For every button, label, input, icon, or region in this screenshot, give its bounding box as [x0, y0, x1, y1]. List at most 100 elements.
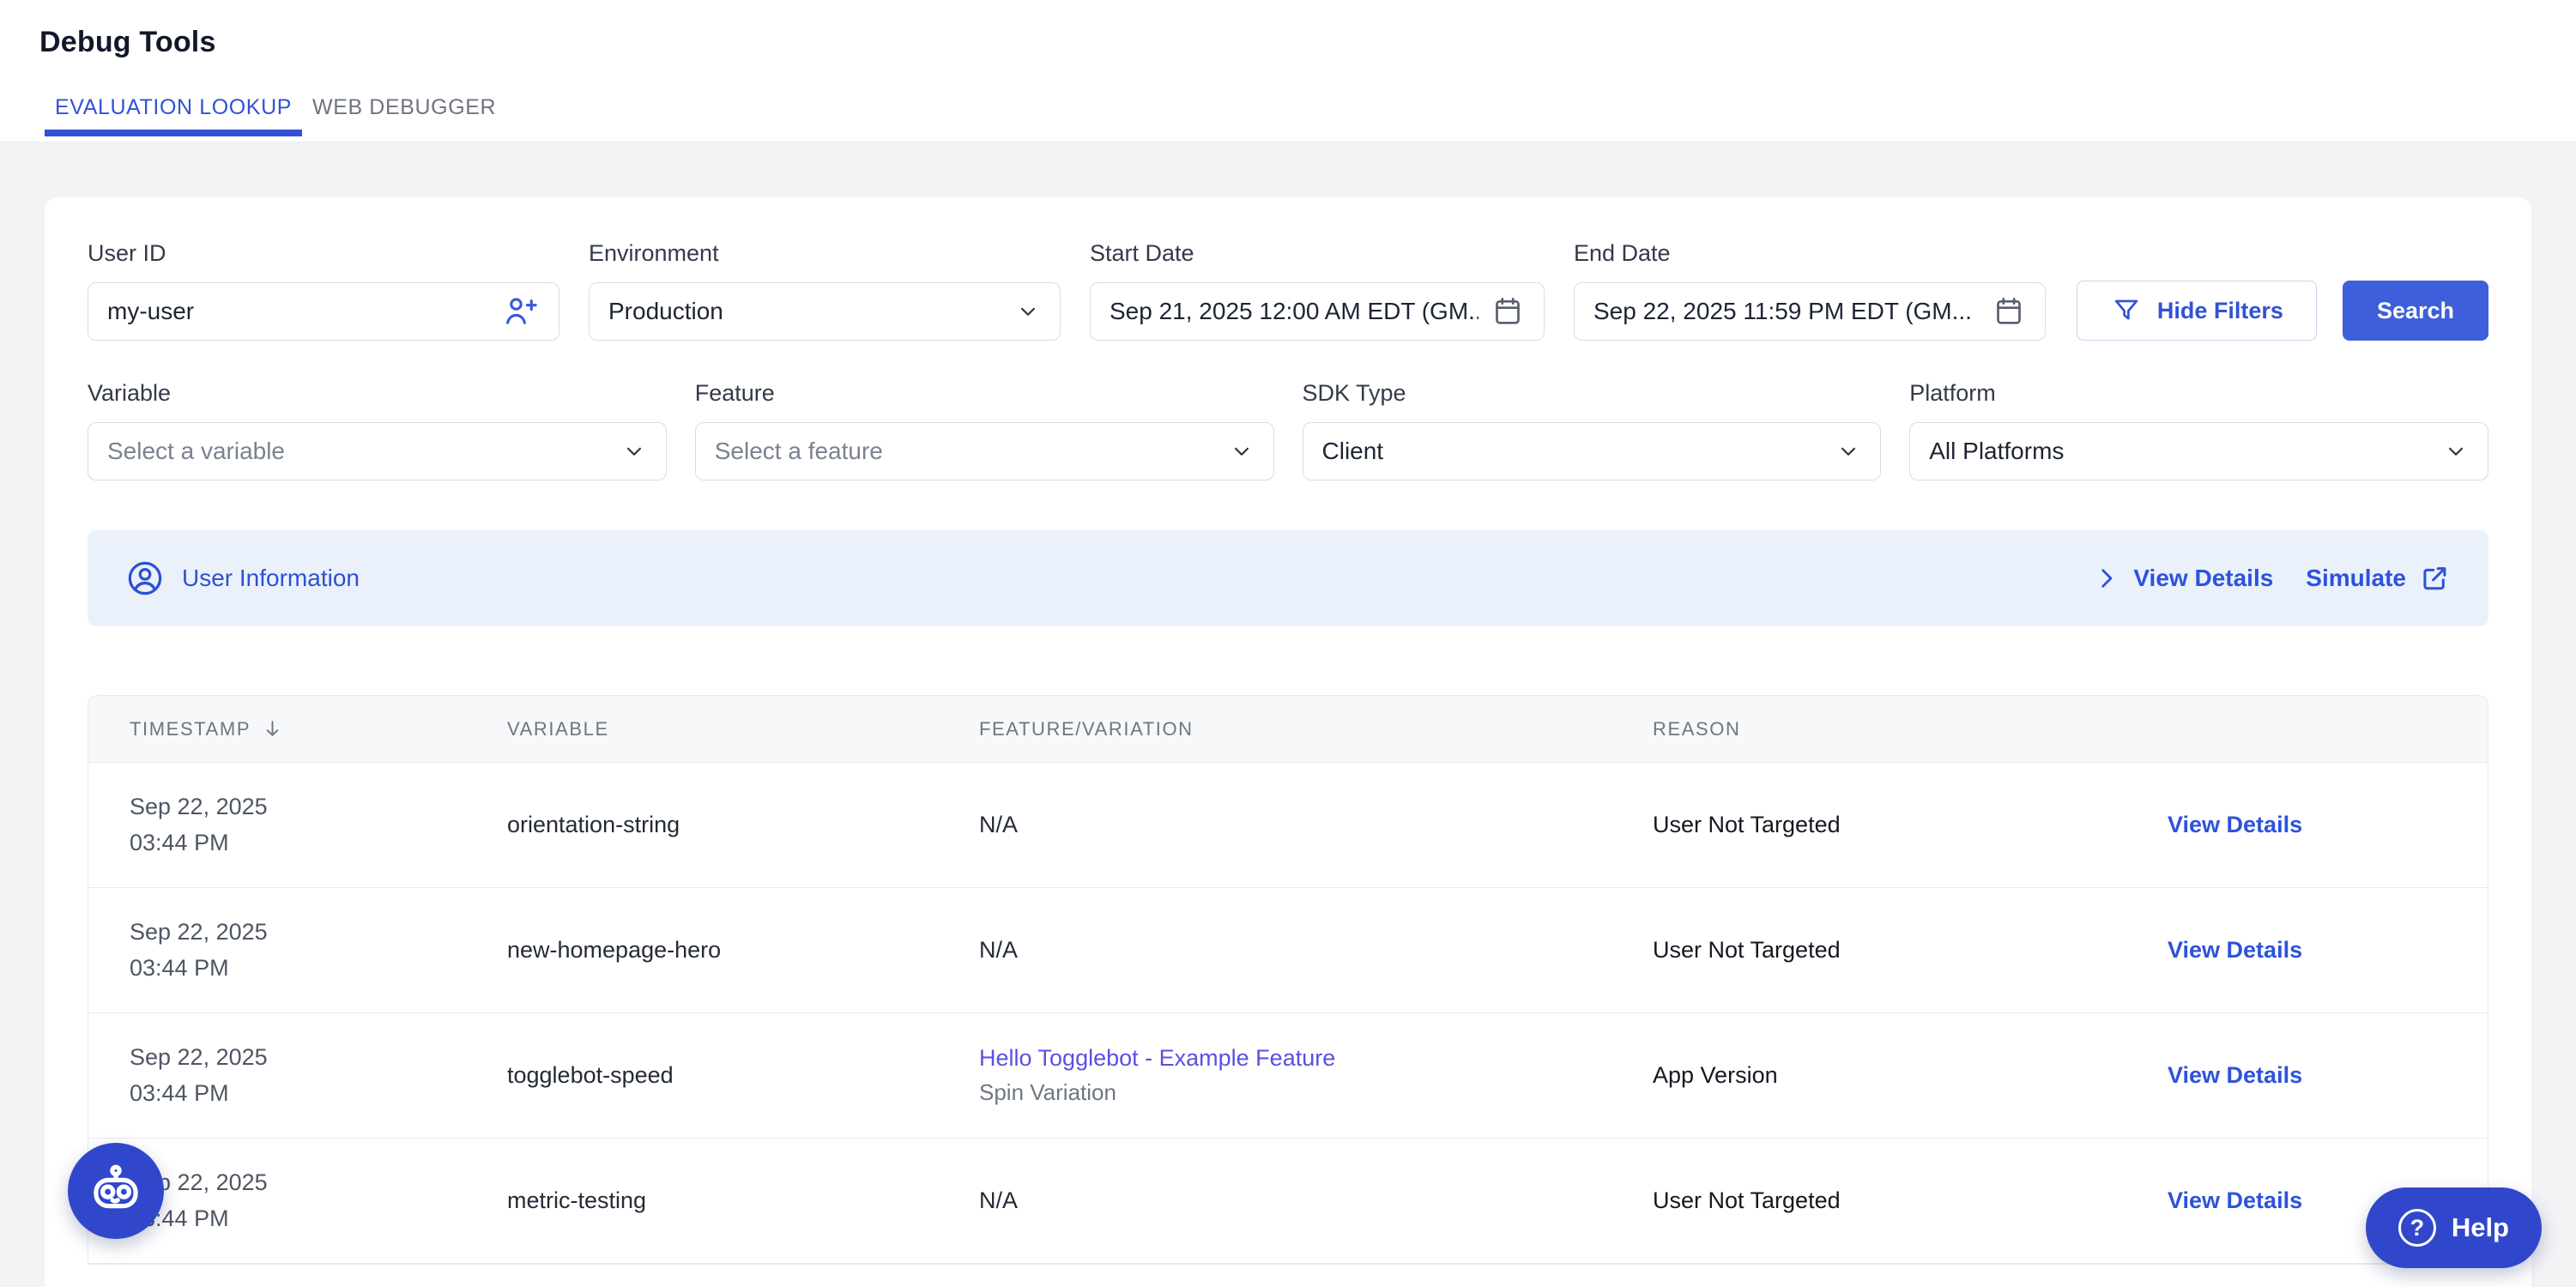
- variable-cell: orientation-string: [507, 812, 979, 838]
- evaluations-table: TIMESTAMP VARIABLE FEATURE/VARIATION REA…: [88, 695, 2488, 1265]
- table-header-row: TIMESTAMP VARIABLE FEATURE/VARIATION REA…: [88, 696, 2488, 763]
- column-label: TIMESTAMP: [130, 718, 251, 740]
- table-row: Sep 22, 2025 03:44 PM new-homepage-hero …: [88, 888, 2488, 1013]
- external-link-icon: [2418, 562, 2451, 595]
- row-view-details-link[interactable]: View Details: [2168, 1062, 2488, 1089]
- feature-placeholder: Select a feature: [715, 438, 883, 465]
- tab-label: EVALUATION LOOKUP: [55, 95, 292, 119]
- column-header-variable[interactable]: VARIABLE: [507, 718, 979, 740]
- environment-select[interactable]: Production: [589, 282, 1061, 341]
- table-row: Sep 22, 2025 03:44 PM orientation-string…: [88, 763, 2488, 888]
- main-content: User ID Environment Production: [0, 142, 2576, 1287]
- sdk-type-group: SDK Type Client: [1303, 380, 1882, 480]
- tab-evaluation-lookup[interactable]: EVALUATION LOOKUP: [45, 95, 302, 136]
- chevron-down-icon: [1229, 438, 1255, 464]
- timestamp-date: Sep 22, 2025: [130, 1165, 507, 1201]
- calendar-icon[interactable]: [1491, 294, 1525, 329]
- timestamp-time: 03:44 PM: [130, 951, 507, 987]
- hide-filters-button[interactable]: Hide Filters: [2077, 281, 2317, 341]
- column-label: VARIABLE: [507, 718, 609, 740]
- user-id-field: [88, 282, 559, 341]
- variable-cell: new-homepage-hero: [507, 937, 979, 964]
- feature-group: Feature Select a feature: [695, 380, 1274, 480]
- start-date-field[interactable]: Sep 21, 2025 12:00 AM EDT (GM...: [1090, 282, 1545, 341]
- timestamp-cell: Sep 22, 2025 03:44 PM: [130, 789, 507, 861]
- chevron-down-icon: [621, 438, 647, 464]
- sdk-type-select[interactable]: Client: [1303, 422, 1882, 480]
- column-header-feature-variation[interactable]: FEATURE/VARIATION: [979, 718, 1653, 740]
- help-button[interactable]: ? Help: [2366, 1187, 2542, 1268]
- table-row: Sep 22, 2025 03:44 PM togglebot-speed He…: [88, 1013, 2488, 1139]
- simulate-link[interactable]: Simulate: [2306, 562, 2451, 595]
- variable-group: Variable Select a variable: [88, 380, 667, 480]
- user-information-toggle[interactable]: User Information: [125, 559, 360, 598]
- calendar-icon[interactable]: [1992, 294, 2026, 329]
- end-date-label: End Date: [1574, 240, 2046, 267]
- end-date-field[interactable]: Sep 22, 2025 11:59 PM EDT (GM...: [1574, 282, 2046, 341]
- tab-bar: EVALUATION LOOKUP WEB DEBUGGER: [45, 95, 2576, 136]
- user-id-label: User ID: [88, 240, 559, 267]
- feature-select[interactable]: Select a feature: [695, 422, 1274, 480]
- feature-label: Feature: [695, 380, 1274, 407]
- start-date-group: Start Date Sep 21, 2025 12:00 AM EDT (GM…: [1090, 240, 1545, 341]
- start-date-value: Sep 21, 2025 12:00 AM EDT (GM...: [1110, 298, 1478, 325]
- feature-cell: N/A: [979, 937, 1653, 964]
- platform-label: Platform: [1909, 380, 2488, 407]
- simulate-label: Simulate: [2306, 565, 2406, 592]
- feature-cell: N/A: [979, 812, 1653, 838]
- user-information-title: User Information: [182, 565, 360, 592]
- chevron-down-icon: [2443, 438, 2469, 464]
- filter-row-1: User ID Environment Production: [88, 240, 2488, 341]
- timestamp-cell: Sep 22, 2025 03:44 PM: [130, 1165, 507, 1237]
- variable-placeholder: Select a variable: [107, 438, 285, 465]
- view-details-label: View Details: [2133, 565, 2273, 592]
- variable-select[interactable]: Select a variable: [88, 422, 667, 480]
- help-label: Help: [2452, 1212, 2509, 1243]
- sdk-type-value: Client: [1322, 438, 1384, 465]
- row-view-details-link[interactable]: View Details: [2168, 812, 2488, 838]
- feature-cell: Hello Togglebot - Example Feature Spin V…: [979, 1045, 1653, 1106]
- sdk-type-label: SDK Type: [1303, 380, 1882, 407]
- user-information-view-details[interactable]: View Details: [2092, 564, 2273, 593]
- timestamp-cell: Sep 22, 2025 03:44 PM: [130, 915, 507, 987]
- chevron-right-icon: [2092, 564, 2121, 593]
- reason-cell: User Not Targeted: [1653, 812, 2168, 838]
- togglebot-assistant-button[interactable]: [68, 1143, 164, 1239]
- platform-value: All Platforms: [1929, 438, 2064, 465]
- end-date-value: Sep 22, 2025 11:59 PM EDT (GM...: [1593, 298, 1980, 325]
- platform-group: Platform All Platforms: [1909, 380, 2488, 480]
- reason-cell: App Version: [1653, 1062, 2168, 1089]
- tab-label: WEB DEBUGGER: [312, 95, 496, 119]
- user-id-input[interactable]: [107, 298, 490, 325]
- user-information-actions: View Details Simulate: [2092, 562, 2451, 595]
- timestamp-time: 03:44 PM: [130, 1076, 507, 1112]
- row-view-details-link[interactable]: View Details: [2168, 937, 2488, 964]
- filter-actions: Hide Filters Search: [2077, 281, 2488, 341]
- variable-cell: togglebot-speed: [507, 1062, 979, 1089]
- platform-select[interactable]: All Platforms: [1909, 422, 2488, 480]
- user-circle-icon: [125, 559, 165, 598]
- variation-label: Spin Variation: [979, 1079, 1653, 1106]
- timestamp-date: Sep 22, 2025: [130, 1040, 507, 1076]
- start-date-label: Start Date: [1090, 240, 1545, 267]
- tab-web-debugger[interactable]: WEB DEBUGGER: [302, 95, 506, 136]
- column-header-timestamp[interactable]: TIMESTAMP: [130, 717, 507, 740]
- togglebot-icon: [88, 1163, 144, 1219]
- timestamp-cell: Sep 22, 2025 03:44 PM: [130, 1040, 507, 1112]
- feature-cell: N/A: [979, 1187, 1653, 1214]
- timestamp-time: 03:44 PM: [130, 1201, 507, 1237]
- end-date-group: End Date Sep 22, 2025 11:59 PM EDT (GM..…: [1574, 240, 2046, 341]
- variable-label: Variable: [88, 380, 667, 407]
- column-header-reason[interactable]: REASON: [1653, 718, 2168, 740]
- funnel-icon: [2110, 294, 2143, 327]
- feature-link[interactable]: Hello Togglebot - Example Feature: [979, 1045, 1653, 1072]
- environment-group: Environment Production: [589, 240, 1061, 341]
- search-button[interactable]: Search: [2343, 281, 2488, 341]
- top-bar: Debug Tools EVALUATION LOOKUP WEB DEBUGG…: [0, 0, 2576, 142]
- user-id-group: User ID: [88, 240, 559, 341]
- user-information-bar: User Information View Details Simulate: [88, 530, 2488, 626]
- chevron-down-icon: [1015, 299, 1041, 324]
- table-row: Sep 22, 2025 03:44 PM metric-testing N/A…: [88, 1139, 2488, 1264]
- person-plus-icon[interactable]: [502, 293, 540, 330]
- arrow-down-icon: [261, 717, 284, 740]
